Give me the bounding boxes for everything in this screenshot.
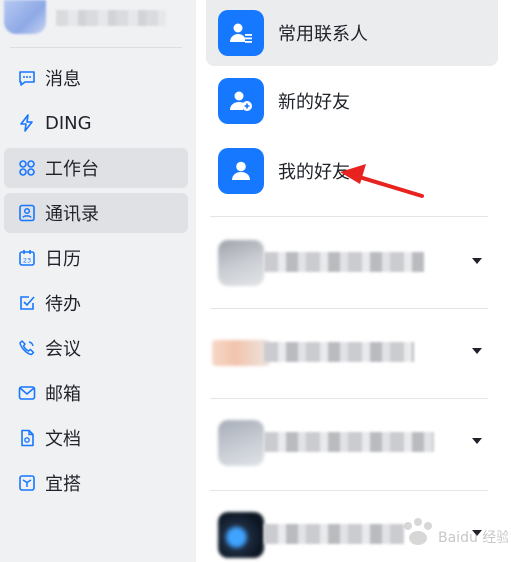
- calendar-day-text: 23: [23, 257, 31, 265]
- organization-group[interactable]: [212, 330, 494, 380]
- chevron-down-icon[interactable]: [472, 438, 482, 444]
- frequent-contacts-entry[interactable]: 常用联系人: [206, 0, 498, 66]
- section-divider: [210, 216, 488, 217]
- lightning-icon: [18, 114, 36, 132]
- organization-group[interactable]: [212, 420, 494, 470]
- organization-name-blurred: [264, 342, 414, 362]
- sidebar-item-ding[interactable]: DING: [4, 103, 188, 143]
- sidebar-item-label: 消息: [45, 69, 81, 90]
- sidebar-item-docs[interactable]: 文档: [4, 418, 188, 458]
- organization-name-blurred: [264, 252, 424, 272]
- organization-name-blurred: [264, 524, 404, 544]
- sidebar-item-label: DING: [45, 112, 92, 134]
- avatar[interactable]: [4, 0, 46, 34]
- sidebar-item-label: 宜搭: [45, 474, 81, 495]
- new-friends-label: 新的好友: [278, 92, 350, 113]
- sidebar-item-mail[interactable]: 邮箱: [4, 373, 188, 413]
- document-icon: [18, 429, 36, 447]
- frequent-contacts-icon: [218, 10, 264, 56]
- new-friends-entry[interactable]: 新的好友: [206, 70, 498, 132]
- organization-group[interactable]: [212, 240, 494, 290]
- sidebar-item-label: 邮箱: [45, 384, 81, 405]
- box-icon: [18, 474, 36, 492]
- organization-avatar: [218, 420, 264, 466]
- checkbox-icon: [18, 294, 36, 312]
- sidebar-item-meeting[interactable]: 会议: [4, 328, 188, 368]
- organization-name-blurred: [264, 432, 434, 452]
- organization-avatar: [218, 240, 264, 286]
- organization-avatar: [212, 340, 270, 366]
- my-friends-entry[interactable]: 我的好友: [206, 140, 498, 202]
- sidebar-item-workbench[interactable]: 工作台: [4, 148, 188, 188]
- user-profile[interactable]: [0, 0, 190, 46]
- sidebar-item-todo[interactable]: 待办: [4, 283, 188, 323]
- sidebar-item-label: 会议: [45, 339, 81, 360]
- add-friend-icon: [218, 78, 264, 124]
- sidebar-item-label: 日历: [45, 249, 81, 270]
- sidebar-item-contacts[interactable]: 通讯录: [4, 193, 188, 233]
- organization-avatar: [218, 512, 264, 558]
- grid-apps-icon: [18, 159, 36, 177]
- watermark-text: Baidu 经验: [438, 530, 508, 546]
- calendar-icon: 23: [18, 249, 36, 267]
- phone-meeting-icon: [18, 339, 36, 357]
- chevron-down-icon[interactable]: [472, 258, 482, 264]
- baidu-watermark: Baidu 经验: [392, 512, 510, 560]
- sidebar-item-label: 文档: [45, 429, 81, 450]
- paw-logo-icon: Baidu 经验: [404, 518, 510, 546]
- contacts-panel: 常用联系人 新的好友 我的好友: [196, 0, 511, 562]
- my-friends-label: 我的好友: [278, 162, 350, 183]
- frequent-contacts-label: 常用联系人: [278, 24, 368, 45]
- sidebar-item-calendar[interactable]: 23 日历: [4, 238, 188, 278]
- section-divider: [210, 398, 488, 399]
- user-name-blurred: [56, 10, 166, 26]
- sidebar-divider: [10, 47, 182, 48]
- chevron-down-icon[interactable]: [472, 348, 482, 354]
- sidebar-item-yida[interactable]: 宜搭: [4, 463, 188, 503]
- sidebar-item-label: 通讯录: [45, 204, 99, 225]
- sidebar-item-label: 待办: [45, 294, 81, 315]
- section-divider: [210, 490, 488, 491]
- my-friends-icon: [218, 148, 264, 194]
- contacts-book-icon: [18, 204, 36, 222]
- sidebar: 消息 DING 工作台 通讯录 23 日历 待办 会议 邮箱 文档 宜搭: [0, 0, 196, 562]
- sidebar-item-label: 工作台: [45, 159, 99, 180]
- section-divider: [210, 308, 488, 309]
- mail-icon: [18, 384, 36, 402]
- sidebar-item-messages[interactable]: 消息: [4, 58, 188, 98]
- chat-bubble-icon: [18, 69, 36, 87]
